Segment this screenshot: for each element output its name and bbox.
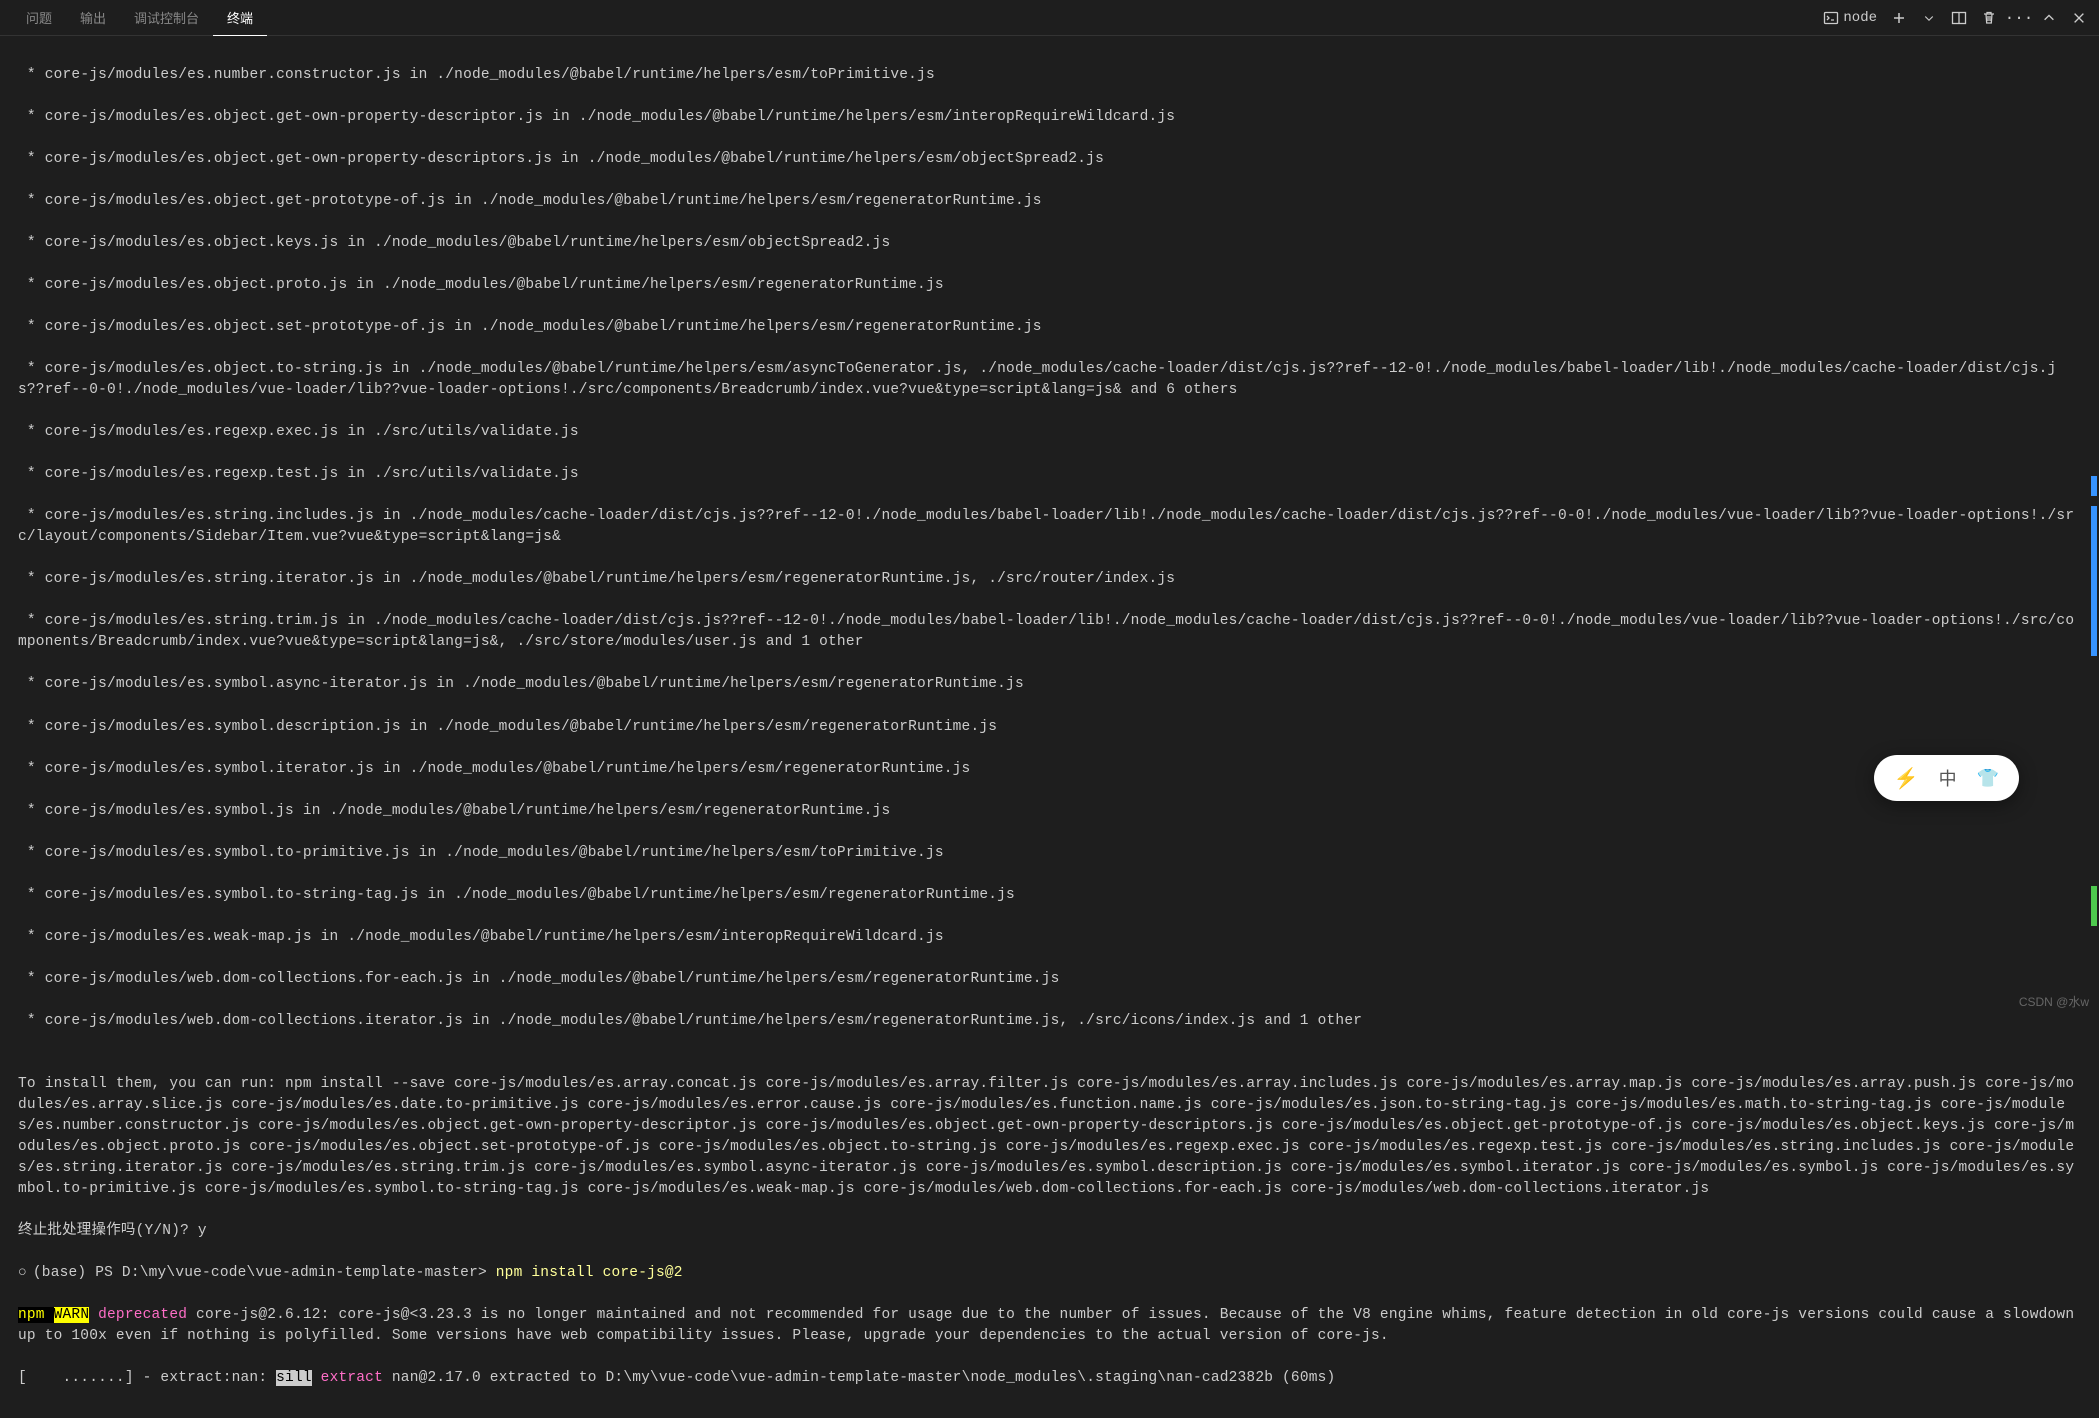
output-line: * core-js/modules/es.symbol.iterator.js … <box>18 759 2081 780</box>
output-line: * core-js/modules/es.regexp.exec.js in .… <box>18 422 2081 443</box>
tab-output[interactable]: 输出 <box>66 0 120 36</box>
output-line: * core-js/modules/es.symbol.to-string-ta… <box>18 885 2081 906</box>
output-line: * core-js/modules/es.regexp.test.js in .… <box>18 464 2081 485</box>
terminal-profile-label: node <box>1843 10 1877 26</box>
abort-prompt: 终止批处理操作吗(Y/N)? y <box>18 1221 2081 1242</box>
ime-tshirt-icon[interactable]: 👕 <box>1977 768 1999 789</box>
prompt-indicator-icon: ○ <box>18 1265 27 1281</box>
output-line: * core-js/modules/es.string.includes.js … <box>18 506 2081 548</box>
output-line: * core-js/modules/es.object.proto.js in … <box>18 275 2081 296</box>
split-terminal-icon[interactable] <box>1951 10 1967 26</box>
prompt-command: npm install core-js@2 <box>496 1265 683 1281</box>
scroll-marker <box>2091 506 2097 656</box>
terminal-icon <box>1823 10 1839 26</box>
deprecated-message: core-js@2.6.12: core-js@<3.23.3 is no lo… <box>18 1307 2083 1344</box>
panel-toolbar: node ··· <box>1823 10 2087 26</box>
terminal-profile-selector[interactable]: node <box>1823 10 1877 26</box>
tab-problems[interactable]: 问题 <box>12 0 66 36</box>
output-line: * core-js/modules/es.symbol.description.… <box>18 717 2081 738</box>
extract-details: nan@2.17.0 extracted to D:\my\vue-code\v… <box>383 1370 1335 1386</box>
output-line: * core-js/modules/es.weak-map.js in ./no… <box>18 927 2081 948</box>
more-icon[interactable]: ··· <box>2011 10 2027 26</box>
output-line: * core-js/modules/web.dom-collections.fo… <box>18 969 2081 990</box>
watermark: CSDN @水w <box>2019 993 2089 1010</box>
sill-label: sill <box>276 1370 312 1386</box>
install-suggestion: To install them, you can run: npm instal… <box>18 1074 2081 1200</box>
deprecated-label: deprecated <box>89 1307 187 1323</box>
ime-language-indicator[interactable]: 中 <box>1939 765 1957 791</box>
panel-header: 问题 输出 调试控制台 终端 node ··· <box>0 0 2099 36</box>
output-line: * core-js/modules/es.object.keys.js in .… <box>18 233 2081 254</box>
ime-lightning-icon[interactable]: ⚡ <box>1894 766 1919 791</box>
output-line: * core-js/modules/es.symbol.js in ./node… <box>18 801 2081 822</box>
output-line: * core-js/modules/es.symbol.to-primitive… <box>18 843 2081 864</box>
terminal-output[interactable]: * core-js/modules/es.number.constructor.… <box>0 36 2099 1418</box>
tab-debug-console[interactable]: 调试控制台 <box>120 0 213 36</box>
output-line: * core-js/modules/es.object.get-own-prop… <box>18 107 2081 128</box>
output-line: * core-js/modules/web.dom-collections.it… <box>18 1011 2081 1032</box>
output-line: * core-js/modules/es.number.constructor.… <box>18 65 2081 86</box>
panel-tabs: 问题 输出 调试控制台 终端 <box>12 0 267 36</box>
chevron-down-icon[interactable] <box>1921 10 1937 26</box>
output-line: * core-js/modules/es.string.iterator.js … <box>18 569 2081 590</box>
ime-toolbar[interactable]: ⚡ 中 👕 <box>1874 755 2019 801</box>
output-line: * core-js/modules/es.symbol.async-iterat… <box>18 674 2081 695</box>
warn-badge: WARN <box>54 1307 90 1323</box>
progress-line: [ .......] - extract:nan: sill extract n… <box>18 1368 2081 1389</box>
terminal-scrollbar[interactable] <box>2089 36 2099 1016</box>
output-line: * core-js/modules/es.object.to-string.js… <box>18 359 2081 401</box>
tab-terminal[interactable]: 终端 <box>213 0 267 36</box>
scroll-marker <box>2091 476 2097 496</box>
output-line: * core-js/modules/es.object.get-own-prop… <box>18 149 2081 170</box>
progress-bar: [ .......] - extract:nan: <box>18 1370 276 1386</box>
npm-label: npm <box>18 1307 54 1323</box>
chevron-up-icon[interactable] <box>2041 10 2057 26</box>
trash-icon[interactable] <box>1981 10 1997 26</box>
scroll-marker <box>2091 886 2097 926</box>
close-icon[interactable] <box>2071 10 2087 26</box>
extract-label: extract <box>312 1370 383 1386</box>
warn-line: npm WARN deprecated core-js@2.6.12: core… <box>18 1305 2081 1347</box>
prompt-path: (base) PS D:\my\vue-code\vue-admin-templ… <box>33 1265 496 1281</box>
output-line: * core-js/modules/es.object.get-prototyp… <box>18 191 2081 212</box>
output-line: * core-js/modules/es.string.trim.js in .… <box>18 611 2081 653</box>
prompt-line: ○ (base) PS D:\my\vue-code\vue-admin-temp… <box>18 1263 2081 1284</box>
output-line: * core-js/modules/es.object.set-prototyp… <box>18 317 2081 338</box>
new-terminal-icon[interactable] <box>1891 10 1907 26</box>
